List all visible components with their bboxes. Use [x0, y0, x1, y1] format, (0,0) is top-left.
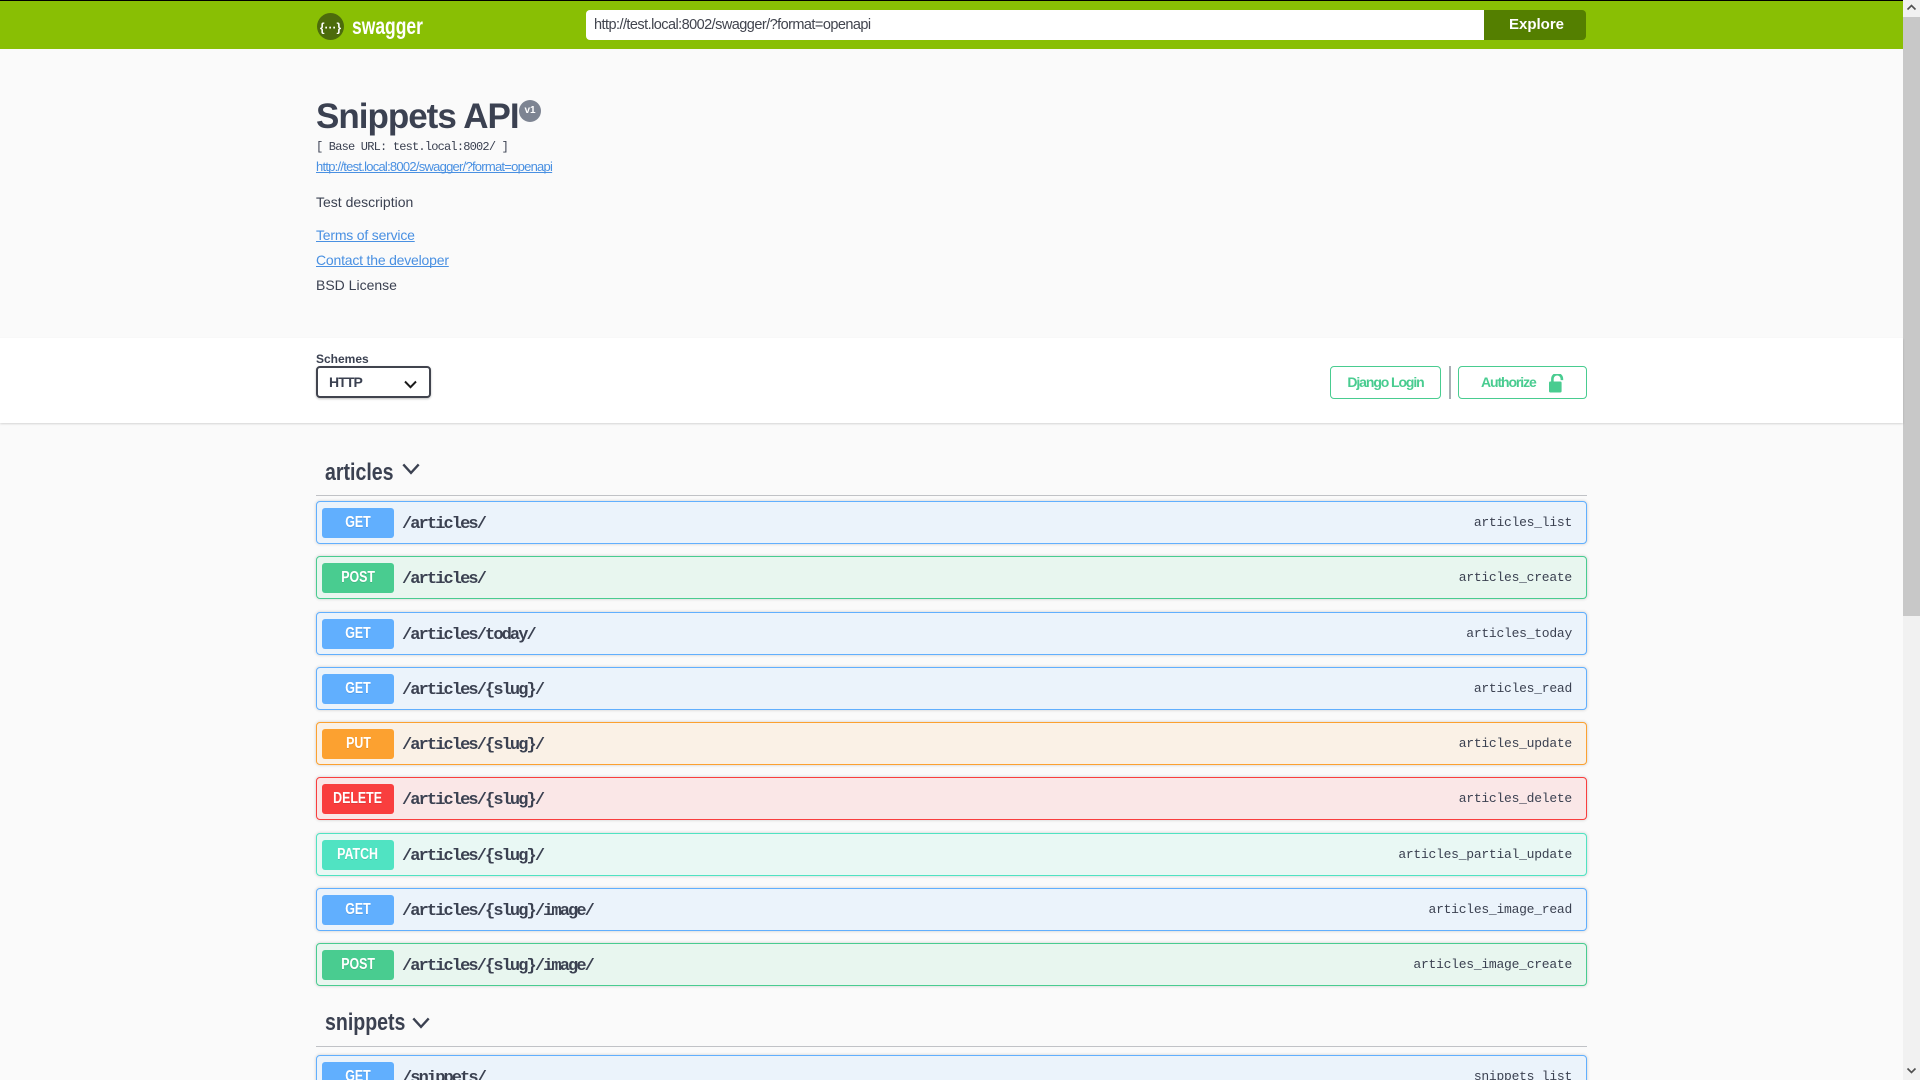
svg-text:{···}: {···} — [320, 21, 342, 35]
